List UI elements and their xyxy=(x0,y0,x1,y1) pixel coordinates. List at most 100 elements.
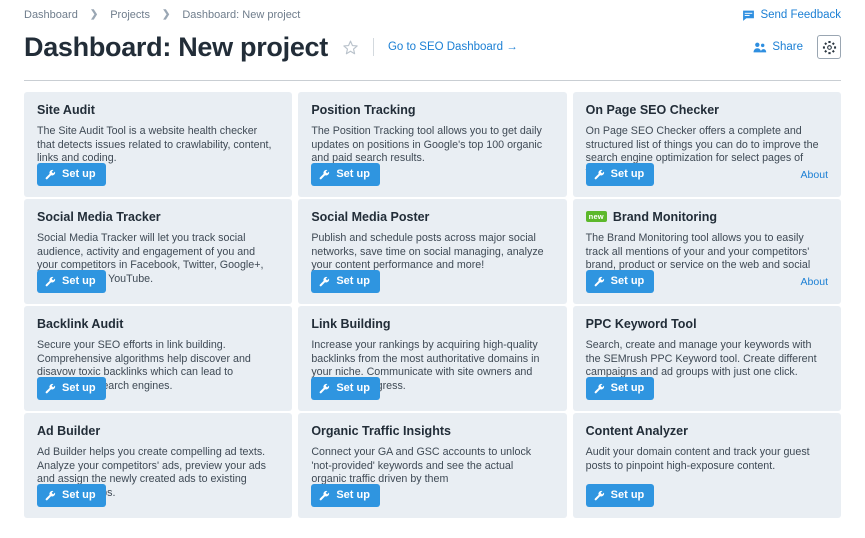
tool-card-footer: Set up xyxy=(311,163,553,186)
gear-icon xyxy=(822,40,837,55)
wrench-icon xyxy=(45,490,56,501)
tool-card[interactable]: PPC Keyword Tool Search, create and mana… xyxy=(573,306,841,411)
share-row: Share xyxy=(661,30,841,64)
setup-button-label: Set up xyxy=(336,168,370,181)
tool-card-title: PPC Keyword Tool xyxy=(586,317,697,332)
wrench-icon xyxy=(594,169,605,180)
tool-card-footer: Set up xyxy=(311,270,553,293)
wrench-icon xyxy=(594,383,605,394)
title-divider xyxy=(373,38,374,56)
about-link[interactable]: About xyxy=(801,276,828,288)
setup-button-label: Set up xyxy=(336,382,370,395)
send-feedback-row: Send Feedback xyxy=(661,0,841,30)
tool-card-footer: Set up xyxy=(586,484,828,507)
tool-card-title: Ad Builder xyxy=(37,424,100,439)
tool-card-description: Connect your GA and GSC accounts to unlo… xyxy=(311,446,549,487)
wrench-icon xyxy=(45,276,56,287)
tool-card-title: Position Tracking xyxy=(311,103,415,118)
setup-button[interactable]: Set up xyxy=(311,163,380,186)
wrench-icon xyxy=(45,383,56,394)
tool-card-footer: Set up About xyxy=(586,163,828,186)
breadcrumb-item-dashboard[interactable]: Dashboard xyxy=(24,9,78,21)
page-header: Dashboard ❯ Projects ❯ Dashboard: New pr… xyxy=(0,0,865,81)
settings-button[interactable] xyxy=(817,35,841,59)
breadcrumb-separator-icon: ❯ xyxy=(90,10,98,20)
setup-button[interactable]: Set up xyxy=(37,270,106,293)
setup-button[interactable]: Set up xyxy=(37,163,106,186)
setup-button[interactable]: Set up xyxy=(37,377,106,400)
setup-button-label: Set up xyxy=(611,168,645,181)
setup-button[interactable]: Set up xyxy=(586,270,655,293)
setup-button-label: Set up xyxy=(62,168,96,181)
tool-card-title-row: On Page SEO Checker xyxy=(586,103,828,118)
setup-button-label: Set up xyxy=(62,489,96,502)
tool-card-title-row: Position Tracking xyxy=(311,103,553,118)
tool-card-footer: Set up xyxy=(311,484,553,507)
tool-card[interactable]: Site Audit The Site Audit Tool is a webs… xyxy=(24,92,292,197)
setup-button-label: Set up xyxy=(336,275,370,288)
share-label: Share xyxy=(772,41,803,53)
tool-card[interactable]: Ad Builder Ad Builder helps you create c… xyxy=(24,413,292,518)
setup-button[interactable]: Set up xyxy=(311,377,380,400)
breadcrumb-separator-icon: ❯ xyxy=(162,10,170,20)
tool-card-title-row: Link Building xyxy=(311,317,553,332)
send-feedback-label: Send Feedback xyxy=(760,9,841,21)
wrench-icon xyxy=(319,169,330,180)
tools-grid: Site Audit The Site Audit Tool is a webs… xyxy=(24,92,841,518)
setup-button-label: Set up xyxy=(611,275,645,288)
wrench-icon xyxy=(319,490,330,501)
tool-card-footer: Set up xyxy=(37,484,279,507)
setup-button[interactable]: Set up xyxy=(586,377,655,400)
tool-card[interactable]: Social Media Tracker Social Media Tracke… xyxy=(24,199,292,304)
tool-card[interactable]: Social Media Poster Publish and schedule… xyxy=(298,199,566,304)
breadcrumb-item-projects[interactable]: Projects xyxy=(110,9,150,21)
setup-button-label: Set up xyxy=(62,275,96,288)
wrench-icon xyxy=(594,276,605,287)
setup-button[interactable]: Set up xyxy=(37,484,106,507)
wrench-icon xyxy=(45,169,56,180)
tool-card-footer: Set up xyxy=(586,377,828,400)
tool-card-description: Publish and schedule posts across major … xyxy=(311,232,549,273)
tool-card-title-row: Social Media Tracker xyxy=(37,210,279,225)
setup-button[interactable]: Set up xyxy=(586,163,655,186)
wrench-icon xyxy=(594,490,605,501)
tool-card-title: Brand Monitoring xyxy=(613,210,717,225)
tool-card-title-row: Content Analyzer xyxy=(586,424,828,439)
tool-card[interactable]: Position Tracking The Position Tracking … xyxy=(298,92,566,197)
wrench-icon xyxy=(319,383,330,394)
share-button[interactable]: Share xyxy=(753,41,803,54)
tool-card-title: Backlink Audit xyxy=(37,317,123,332)
tool-card-footer: Set up xyxy=(37,377,279,400)
tool-card-title-row: Social Media Poster xyxy=(311,210,553,225)
go-to-seo-dashboard-link[interactable]: Go to SEO Dashboard → xyxy=(388,41,518,53)
setup-button[interactable]: Set up xyxy=(311,484,380,507)
tool-card[interactable]: Backlink Audit Secure your SEO efforts i… xyxy=(24,306,292,411)
tool-card[interactable]: Organic Traffic Insights Connect your GA… xyxy=(298,413,566,518)
users-icon xyxy=(753,41,767,54)
about-link[interactable]: About xyxy=(801,169,828,181)
tool-card-title: Organic Traffic Insights xyxy=(311,424,451,439)
tool-card[interactable]: Link Building Increase your rankings by … xyxy=(298,306,566,411)
tool-card[interactable]: new Brand Monitoring The Brand Monitorin… xyxy=(573,199,841,304)
send-feedback-button[interactable]: Send Feedback xyxy=(742,9,841,22)
tool-card-description: Search, create and manage your keywords … xyxy=(586,339,824,380)
setup-button-label: Set up xyxy=(611,382,645,395)
tool-card-footer: Set up xyxy=(311,377,553,400)
tool-card-title-row: PPC Keyword Tool xyxy=(586,317,828,332)
tool-card[interactable]: Content Analyzer Audit your domain conte… xyxy=(573,413,841,518)
tool-card[interactable]: On Page SEO Checker On Page SEO Checker … xyxy=(573,92,841,197)
setup-button-label: Set up xyxy=(62,382,96,395)
setup-button-label: Set up xyxy=(336,489,370,502)
tool-card-description: Audit your domain content and track your… xyxy=(586,446,824,473)
star-icon[interactable] xyxy=(342,39,359,56)
setup-button-label: Set up xyxy=(611,489,645,502)
setup-button[interactable]: Set up xyxy=(586,484,655,507)
page-title: Dashboard: New project xyxy=(24,32,328,63)
tool-card-title-row: Organic Traffic Insights xyxy=(311,424,553,439)
tool-card-title: Social Media Poster xyxy=(311,210,429,225)
tool-card-description: The Position Tracking tool allows you to… xyxy=(311,125,549,166)
tool-card-title: Site Audit xyxy=(37,103,95,118)
setup-button[interactable]: Set up xyxy=(311,270,380,293)
tool-card-title: Content Analyzer xyxy=(586,424,688,439)
tool-card-title-row: new Brand Monitoring xyxy=(586,210,828,225)
